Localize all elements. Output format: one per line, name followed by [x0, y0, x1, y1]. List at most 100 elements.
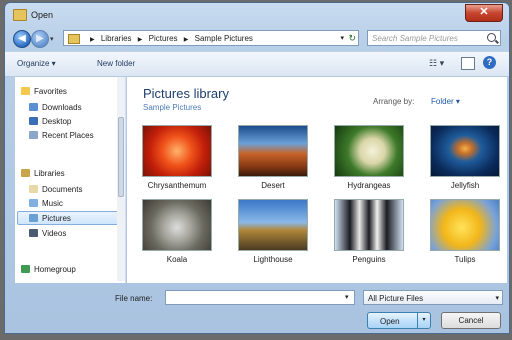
window-title: Open: [31, 10, 54, 20]
new-folder-button[interactable]: New folder: [97, 59, 135, 68]
sidebar-item-documents[interactable]: Documents: [29, 185, 82, 194]
sidebar-label: Videos: [42, 229, 67, 238]
title-bar[interactable]: Open ✕: [5, 3, 509, 25]
file-list: Pictures library Sample Pictures Arrange…: [127, 77, 507, 283]
sidebar-label: Documents: [42, 185, 83, 194]
search-input[interactable]: Search Sample Pictures: [367, 30, 501, 46]
file-name: Penguins: [352, 255, 386, 264]
arrange-by-label: Arrange by:: [373, 97, 415, 106]
refresh-icon[interactable]: ↻: [348, 33, 356, 44]
help-icon[interactable]: ?: [483, 56, 496, 69]
sidebar-item-libraries[interactable]: Libraries: [21, 169, 65, 178]
breadcrumb-sample-pictures[interactable]: Sample Pictures: [195, 34, 253, 43]
file-name: Desert: [261, 181, 285, 190]
sidebar-item-homegroup[interactable]: Homegroup: [21, 265, 76, 274]
documents-icon: [29, 185, 38, 193]
sidebar-item-pictures[interactable]: Pictures: [29, 214, 71, 223]
sidebar-label: Music: [42, 199, 63, 208]
thumbnail-image: [430, 125, 500, 177]
views-icon[interactable]: ☷ ▾: [429, 58, 444, 69]
library-title: Pictures library: [143, 86, 229, 101]
search-placeholder: Search Sample Pictures: [372, 34, 458, 43]
address-dropdown[interactable]: ▾: [340, 34, 344, 42]
thumbnail-image: [334, 199, 404, 251]
sidebar-item-recent-places[interactable]: Recent Places: [29, 131, 94, 140]
thumbnail-image: [142, 125, 212, 177]
sidebar-item-downloads[interactable]: Downloads: [29, 103, 82, 112]
libraries-icon: [21, 169, 30, 177]
back-button[interactable]: ◀: [13, 30, 31, 48]
file-name: Lighthouse: [253, 255, 293, 264]
breadcrumb-libraries[interactable]: Libraries: [101, 34, 132, 43]
sidebar-label: Homegroup: [34, 265, 76, 274]
close-button[interactable]: ✕: [465, 4, 503, 22]
forward-button[interactable]: ▶: [31, 30, 49, 48]
breadcrumb: ▶ Libraries ▶ Pictures ▶ Sample Pictures: [86, 34, 253, 43]
sidebar-item-music[interactable]: Music: [29, 199, 63, 208]
file-type-value: All Picture Files: [368, 294, 424, 303]
thumbnail-image: [238, 125, 308, 177]
chevron-right-icon: ▶: [90, 37, 95, 43]
file-item-hydrangeas[interactable]: Hydrangeas: [331, 125, 407, 190]
sidebar-label: Pictures: [42, 214, 71, 223]
navigation-row: ◀ ▶ ▾ ▶ Libraries ▶ Pictures ▶ Sample Pi…: [5, 27, 509, 49]
recent-places-icon: [29, 131, 38, 139]
open-dialog: Open ✕ ◀ ▶ ▾ ▶ Libraries ▶ Pictures ▶ Sa…: [4, 2, 510, 334]
open-button[interactable]: Open ▾: [367, 312, 431, 329]
recent-pages-dropdown[interactable]: ▾: [50, 35, 54, 43]
sidebar-label: Recent Places: [42, 131, 94, 140]
arrange-by-dropdown[interactable]: Folder ▾: [431, 97, 460, 106]
homegroup-icon: [21, 265, 30, 273]
organize-button[interactable]: Organize ▾: [17, 59, 56, 68]
preview-pane-icon[interactable]: [461, 57, 475, 70]
scroll-thumb[interactable]: [118, 117, 124, 197]
file-item-desert[interactable]: Desert: [235, 125, 311, 190]
file-name: Chrysanthemum: [147, 181, 207, 190]
file-name: Koala: [166, 255, 188, 264]
chevron-down-icon: ▾: [495, 295, 499, 302]
file-item-koala[interactable]: Koala: [139, 199, 215, 264]
star-icon: [21, 87, 30, 95]
file-name-label: File name:: [115, 294, 153, 303]
file-item-penguins[interactable]: Penguins: [331, 199, 407, 264]
command-bar: Organize ▾ New folder ☷ ▾ ?: [5, 51, 509, 77]
thumbnail-image: [238, 199, 308, 251]
open-options-dropdown[interactable]: ▾: [417, 313, 430, 328]
open-button-label: Open: [380, 317, 400, 326]
library-icon: [68, 34, 80, 44]
file-name: Jellyfish: [450, 181, 480, 190]
file-name: Tulips: [454, 255, 476, 264]
address-bar[interactable]: ▶ Libraries ▶ Pictures ▶ Sample Pictures…: [63, 30, 359, 46]
sidebar-label: Libraries: [34, 169, 65, 178]
chevron-right-icon: ▶: [183, 37, 189, 43]
sidebar-scrollbar[interactable]: [117, 77, 125, 281]
dialog-footer: File name: ▾ All Picture Files ▾ Open ▾ …: [5, 285, 509, 335]
search-icon: [487, 33, 496, 42]
thumbnail-image: [430, 199, 500, 251]
file-item-chrysanthemum[interactable]: Chrysanthemum: [139, 125, 215, 190]
file-name-input[interactable]: [165, 290, 355, 305]
desktop-icon: [29, 117, 38, 125]
sidebar-label: Downloads: [42, 103, 82, 112]
cancel-button[interactable]: Cancel: [441, 312, 501, 329]
thumbnail-image: [142, 199, 212, 251]
breadcrumb-pictures[interactable]: Pictures: [149, 34, 178, 43]
videos-icon: [29, 229, 38, 237]
sidebar-item-favorites[interactable]: Favorites: [21, 87, 67, 96]
sidebar-item-desktop[interactable]: Desktop: [29, 117, 71, 126]
file-type-select[interactable]: All Picture Files ▾: [363, 290, 503, 305]
pictures-icon: [29, 214, 38, 222]
music-icon: [29, 199, 38, 207]
thumbnail-image: [334, 125, 404, 177]
folder-icon: [13, 9, 27, 21]
downloads-icon: [29, 103, 38, 111]
sidebar-item-videos[interactable]: Videos: [29, 229, 66, 238]
sidebar-label: Favorites: [34, 87, 67, 96]
library-subtitle[interactable]: Sample Pictures: [143, 103, 201, 112]
sidebar-label: Desktop: [42, 117, 72, 126]
file-item-jellyfish[interactable]: Jellyfish: [427, 125, 503, 190]
file-item-tulips[interactable]: Tulips: [427, 199, 503, 264]
file-item-lighthouse[interactable]: Lighthouse: [235, 199, 311, 264]
navigation-pane: Favorites Downloads Desktop Recent Place…: [15, 77, 126, 283]
file-name: Hydrangeas: [347, 181, 391, 190]
